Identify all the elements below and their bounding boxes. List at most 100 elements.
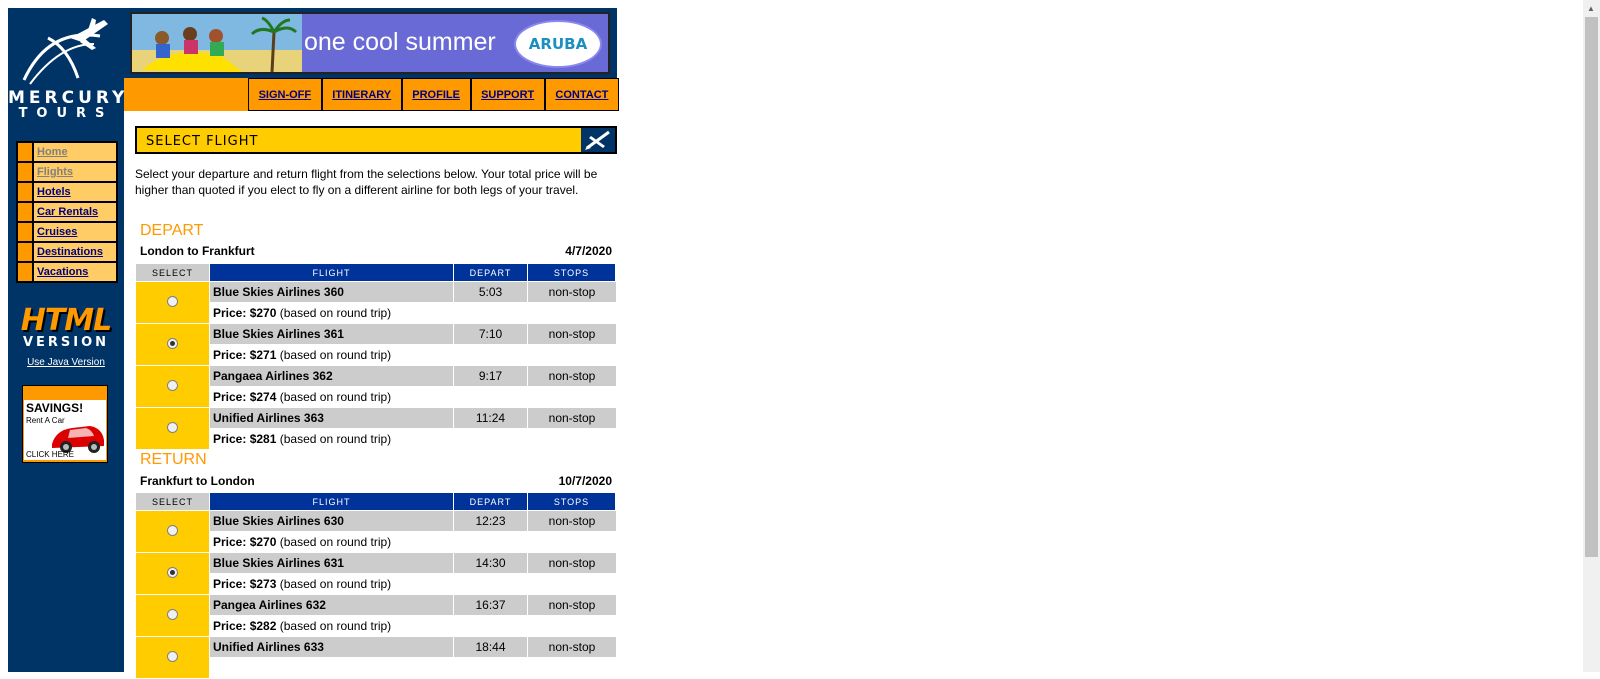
sidebar-link[interactable]: Hotels	[34, 183, 71, 201]
flight-stops: non-stop	[528, 282, 616, 303]
flight-radio-button[interactable]	[167, 524, 178, 536]
ad-cta: CLICK HERE	[26, 450, 75, 459]
top-nav-bar: SIGN-OFF ITINERARY PROFILE SUPPORT CONTACT	[248, 78, 619, 111]
select-cell	[136, 324, 210, 366]
sidebar-link[interactable]: Car Rentals	[34, 203, 98, 221]
top-nav-sign-off[interactable]: SIGN-OFF	[249, 79, 321, 110]
flight-name: Blue Skies Airlines 361	[210, 324, 454, 345]
sidebar-item-destinations[interactable]: Destinations	[18, 243, 116, 261]
price-note: (based on round trip)	[279, 535, 392, 549]
aruba-banner-ad[interactable]: one cool summer ARUBA	[130, 12, 610, 74]
sidebar-item-vacations[interactable]: Vacations	[18, 263, 116, 281]
select-cell	[136, 408, 210, 450]
price-cell: Price: $270 (based on round trip)	[210, 303, 616, 324]
logo-word-tours: TOURS	[18, 106, 114, 121]
select-cell	[136, 553, 210, 595]
nav-bullet	[18, 203, 34, 221]
flight-radio-button[interactable]	[167, 379, 178, 391]
flight-stops: non-stop	[528, 637, 616, 658]
price-prefix: Price:	[213, 348, 247, 362]
price-label: Price: $270	[213, 535, 276, 549]
price-cell: Price: $282 (based on round trip)	[210, 616, 616, 637]
use-java-version-link[interactable]: Use Java Version	[8, 357, 124, 368]
flight-radio-button[interactable]	[167, 566, 178, 578]
top-nav-link[interactable]: PROFILE	[412, 89, 460, 101]
sidebar-link[interactable]: Destinations	[34, 243, 103, 261]
flight-depart-time: 16:37	[454, 595, 528, 616]
flight-radio-button[interactable]	[167, 608, 178, 620]
page-title: SELECT FLIGHT	[146, 134, 259, 149]
nav-bullet	[18, 223, 34, 241]
logo-word-mercury: MERCURY	[8, 88, 129, 108]
sidebar-link[interactable]: Cruises	[34, 223, 77, 241]
price-value: $282	[249, 619, 277, 633]
flight-stops: non-stop	[528, 553, 616, 574]
flight-radio-button[interactable]	[167, 421, 178, 433]
top-nav-support[interactable]: SUPPORT	[471, 79, 544, 110]
select-cell	[136, 511, 210, 553]
flight-stops: non-stop	[528, 324, 616, 345]
flight-stops: non-stop	[528, 408, 616, 429]
flight-depart-time: 12:23	[454, 511, 528, 532]
select-cell	[136, 595, 210, 637]
select-cell	[136, 366, 210, 408]
sidebar-item-cruises[interactable]: Cruises	[18, 223, 116, 241]
car-rental-ad[interactable]: SAVINGS! Rent A Car CLICK HERE	[22, 385, 108, 463]
table-header-row: SELECT FLIGHT DEPART STOPS	[136, 264, 616, 282]
price-label: Price: $282	[213, 619, 276, 633]
flight-radio-button[interactable]	[167, 295, 178, 307]
sidebar-link[interactable]: Vacations	[34, 263, 88, 281]
mercury-tours-logo[interactable]: MERCURY TOURS	[8, 8, 124, 138]
beach-photo-image	[132, 14, 302, 72]
flight-radio-button[interactable]	[167, 337, 178, 349]
flight-depart-time: 18:44	[454, 637, 528, 658]
price-value: $270	[249, 535, 277, 549]
top-nav-link[interactable]: SUPPORT	[481, 89, 534, 101]
sidebar-item-hotels[interactable]: Hotels	[18, 183, 116, 201]
flight-name: Blue Skies Airlines 631	[210, 553, 454, 574]
ad-title: SAVINGS!	[26, 401, 84, 415]
return-route: Frankfurt to London	[140, 474, 255, 488]
vertical-scrollbar[interactable]: ▲	[1583, 0, 1600, 672]
nav-bullet	[18, 183, 34, 201]
top-nav-itinerary[interactable]: ITINERARY	[322, 79, 401, 110]
nav-bullet	[18, 243, 34, 261]
price-note: (based on round trip)	[279, 306, 392, 320]
top-nav-link[interactable]: ITINERARY	[332, 89, 391, 101]
scrollbar-thumb[interactable]	[1585, 17, 1598, 557]
flight-name: Blue Skies Airlines 630	[210, 511, 454, 532]
flight-row: Pangaea Airlines 362 9:17 non-stop	[136, 366, 616, 408]
price-cell: Price: $271 (based on round trip)	[210, 345, 616, 366]
flight-stops: non-stop	[528, 595, 616, 616]
top-nav-contact[interactable]: CONTACT	[545, 79, 618, 110]
sidebar-item-car-rentals[interactable]: Car Rentals	[18, 203, 116, 221]
return-flights-table: SELECT FLIGHT DEPART STOPS Blue Skies Ai…	[136, 493, 616, 679]
price-note: (based on round trip)	[279, 390, 392, 404]
flight-name: Pangea Airlines 632	[210, 595, 454, 616]
col-select: SELECT	[136, 493, 210, 511]
sidebar-link[interactable]: Home	[34, 143, 68, 161]
top-nav-spacer	[124, 78, 248, 111]
nav-bullet	[18, 263, 34, 281]
price-label: Price: $274	[213, 390, 276, 404]
price-prefix: Price:	[213, 535, 247, 549]
top-nav-link[interactable]: CONTACT	[555, 89, 608, 101]
ad-content[interactable]: SAVINGS! Rent A Car CLICK HERE	[24, 400, 106, 460]
sidebar-item-home[interactable]: Home	[18, 143, 116, 161]
col-flight: FLIGHT	[210, 493, 454, 511]
col-flight: FLIGHT	[210, 264, 454, 282]
sidebar-item-flights[interactable]: Flights	[18, 163, 116, 181]
top-nav-profile[interactable]: PROFILE	[402, 79, 470, 110]
return-heading: RETURN	[140, 451, 207, 468]
sidebar-link[interactable]: Flights	[34, 163, 73, 181]
flight-stops: non-stop	[528, 366, 616, 387]
price-cell: Price: $273 (based on round trip)	[210, 574, 616, 595]
scroll-up-arrow-icon[interactable]: ▲	[1587, 4, 1595, 13]
price-cell	[210, 658, 616, 679]
flight-radio-button[interactable]	[167, 650, 178, 662]
nav-bullet	[18, 163, 34, 181]
flight-stops: non-stop	[528, 511, 616, 532]
price-value: $273	[249, 577, 277, 591]
price-prefix: Price:	[213, 390, 247, 404]
top-nav-link[interactable]: SIGN-OFF	[259, 89, 312, 101]
